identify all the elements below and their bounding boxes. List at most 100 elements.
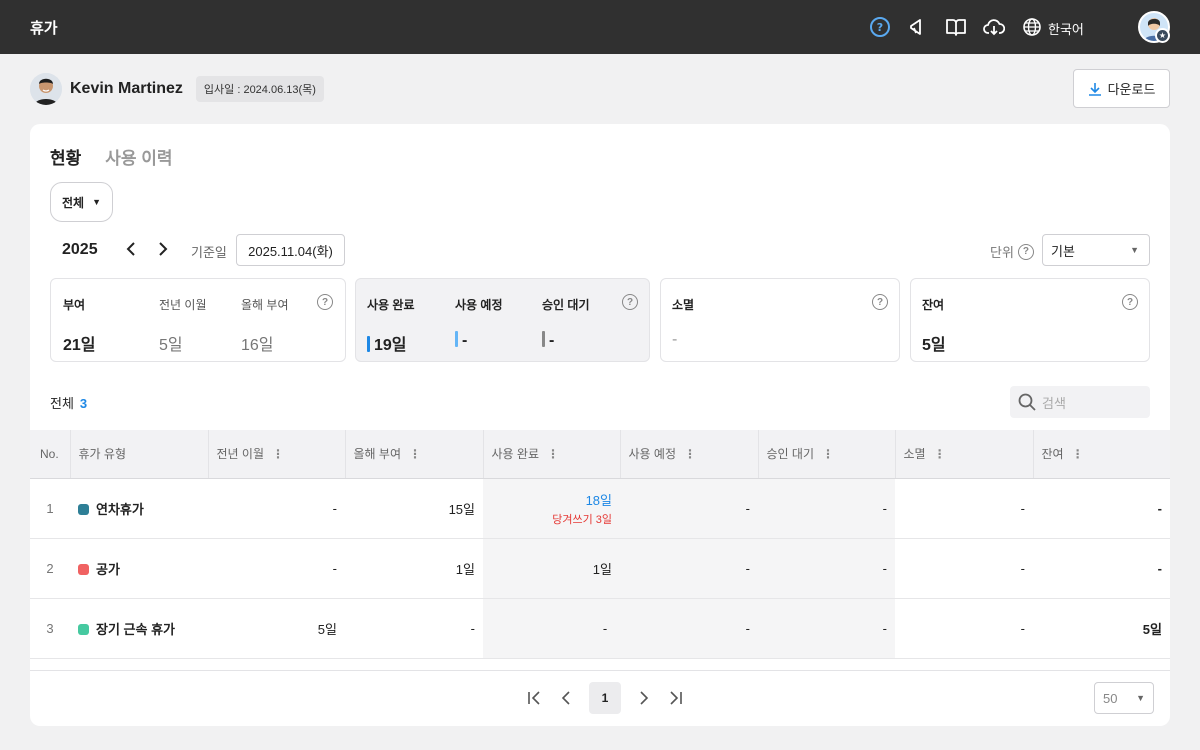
- planned-value: -: [462, 332, 468, 349]
- cell-planned: -: [620, 478, 758, 539]
- caret-down-icon: ▼: [92, 197, 101, 207]
- expired-label: 소멸: [672, 298, 695, 312]
- cell-expired: -: [895, 598, 1033, 659]
- pending-value: -: [549, 332, 555, 349]
- cell-expired: -: [895, 538, 1033, 599]
- cell-no: 1: [30, 478, 70, 539]
- leave-color-dot: [78, 623, 89, 635]
- usage-help-icon[interactable]: ?: [622, 294, 638, 310]
- svg-text:?: ?: [877, 21, 883, 34]
- used-value-group: 19일: [367, 331, 407, 355]
- usage-summary-box: 사용 완료 19일 사용 예정 - 승인 대기 - ?: [355, 278, 650, 362]
- column-header-label: 사용 예정: [628, 447, 677, 462]
- more-vertical-icon[interactable]: ⋮: [409, 447, 421, 461]
- search-input[interactable]: 검색: [1010, 386, 1150, 418]
- more-vertical-icon[interactable]: ⋮: [934, 447, 946, 461]
- tab-bar: 현황 사용 이력: [50, 144, 173, 169]
- leave-color-dot: [78, 563, 89, 575]
- pending-bar: [542, 331, 545, 347]
- top-bar: 휴가 ? 한국어 ★: [0, 0, 1200, 54]
- language-selector[interactable]: 한국어: [1048, 19, 1084, 38]
- remaining-value: 5일: [922, 337, 946, 354]
- table-row[interactable]: 2 공가 - 1일 1일 - - - -: [30, 538, 1170, 599]
- column-header-used[interactable]: 사용 완료 ⋮: [483, 430, 621, 479]
- column-header-pending[interactable]: 승인 대기 ⋮: [758, 430, 896, 479]
- column-header-type: 휴가 유형: [70, 430, 209, 479]
- next-page-button[interactable]: [635, 682, 653, 714]
- column-header-label: 휴가 유형: [78, 447, 127, 462]
- more-vertical-icon[interactable]: ⋮: [684, 447, 696, 461]
- book-icon[interactable]: [944, 15, 968, 39]
- pagination-divider: [30, 670, 1170, 671]
- cloud-download-icon[interactable]: [982, 15, 1006, 39]
- remaining-help-icon[interactable]: ?: [1122, 294, 1138, 310]
- app-title: 휴가: [30, 20, 58, 37]
- column-header-label: 승인 대기: [766, 447, 815, 462]
- help-icon[interactable]: ?: [868, 15, 892, 39]
- more-vertical-icon[interactable]: ⋮: [547, 447, 559, 461]
- last-page-icon: [670, 691, 682, 705]
- pending-value-group: -: [542, 331, 554, 350]
- pending-label: 승인 대기: [542, 298, 590, 312]
- caret-down-icon: ▼: [1130, 245, 1139, 255]
- filter-dropdown[interactable]: 전체 ▼: [50, 182, 113, 222]
- column-header-label: 올해 부여: [353, 447, 402, 462]
- cell-remaining: -: [1033, 478, 1170, 539]
- globe-icon[interactable]: [1020, 15, 1044, 39]
- leave-table: No. 휴가 유형 전년 이월 ⋮ 올해 부여 ⋮ 사용 완료 ⋮ 사용 예정 ⋮ 승인…: [30, 430, 1170, 659]
- prev-page-button[interactable]: [557, 682, 575, 714]
- prev-year-button[interactable]: [122, 240, 140, 258]
- carry-label: 전년 이월: [159, 298, 207, 312]
- grant-help-icon[interactable]: ?: [317, 294, 333, 310]
- current-page[interactable]: 1: [589, 682, 621, 714]
- column-header-label: 전년 이월: [216, 447, 265, 462]
- search-placeholder: 검색: [1042, 395, 1066, 411]
- table-row[interactable]: 3 장기 근속 휴가 5일 - - - - - 5일: [30, 598, 1170, 659]
- employee-avatar: [30, 73, 62, 105]
- cell-type: 공가: [70, 538, 208, 599]
- total-number: 3: [79, 396, 88, 411]
- cell-used[interactable]: 18일 당겨쓰기 3일: [483, 478, 620, 539]
- last-page-button[interactable]: [667, 682, 685, 714]
- tab-history[interactable]: 사용 이력: [105, 144, 172, 169]
- more-vertical-icon[interactable]: ⋮: [822, 447, 834, 461]
- column-header-grant[interactable]: 올해 부여 ⋮: [345, 430, 484, 479]
- cell-planned: -: [620, 598, 758, 659]
- column-header-label: 잔여: [1041, 447, 1064, 462]
- column-header-carry[interactable]: 전년 이월 ⋮: [208, 430, 346, 479]
- planned-value-group: -: [455, 331, 467, 350]
- first-page-button[interactable]: [525, 682, 543, 714]
- table-row[interactable]: 1 연차휴가 - 15일 18일 당겨쓰기 3일 - - - -: [30, 478, 1170, 539]
- cell-carry: -: [208, 538, 345, 599]
- download-button[interactable]: 다운로드: [1073, 69, 1170, 108]
- column-header-expired[interactable]: 소멸 ⋮: [895, 430, 1034, 479]
- leave-type-label: 공가: [96, 561, 120, 577]
- used-bar: [367, 336, 370, 352]
- more-vertical-icon[interactable]: ⋮: [1072, 447, 1084, 461]
- tab-status[interactable]: 현황: [50, 144, 81, 169]
- expired-help-icon[interactable]: ?: [872, 294, 888, 310]
- more-vertical-icon[interactable]: ⋮: [272, 447, 284, 461]
- megaphone-icon[interactable]: [905, 15, 929, 39]
- cell-pending: -: [758, 478, 895, 539]
- total-label: 전체: [50, 396, 74, 411]
- cell-used[interactable]: 1일: [483, 538, 620, 599]
- column-header-remaining[interactable]: 잔여 ⋮: [1033, 430, 1170, 479]
- column-header-planned[interactable]: 사용 예정 ⋮: [620, 430, 759, 479]
- employee-name: Kevin Martinez: [70, 80, 183, 97]
- unit-select[interactable]: 기본 ▼: [1042, 234, 1150, 266]
- planned-label: 사용 예정: [455, 298, 503, 312]
- settings-badge-icon: ★: [1155, 28, 1170, 43]
- page-size-select[interactable]: 50 ▼: [1094, 682, 1154, 714]
- page-size-value: 50: [1103, 690, 1118, 706]
- used-value-link[interactable]: 18일: [586, 493, 612, 508]
- next-year-button[interactable]: [154, 240, 172, 258]
- used-value: 19일: [374, 337, 407, 354]
- total-count: 전체 3: [50, 393, 87, 412]
- employee-header: Kevin Martinez 입사일 : 2024.06.13(목): [30, 72, 324, 106]
- first-page-icon: [528, 691, 540, 705]
- reference-date-label: 기준일: [191, 245, 227, 260]
- reference-date-picker[interactable]: 2025.11.04(화): [236, 234, 345, 266]
- unit-help-icon[interactable]: ?: [1017, 243, 1034, 260]
- cell-remaining: 5일: [1033, 598, 1170, 659]
